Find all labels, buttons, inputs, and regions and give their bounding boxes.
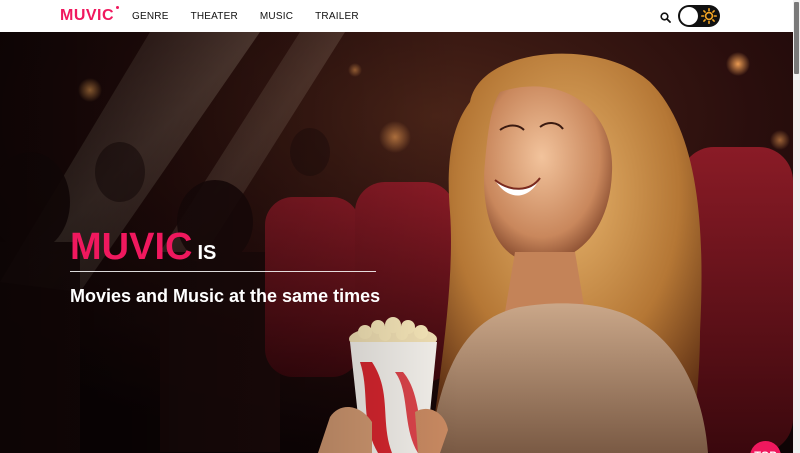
hero-brand-suffix: IS <box>197 242 217 264</box>
hero-divider <box>70 271 376 272</box>
hero-brand: MUVIC <box>70 226 193 268</box>
page-scrollbar[interactable] <box>793 0 800 453</box>
hero-text-block: MUVIC IS Movies and Music at the same ti… <box>70 227 380 307</box>
nav-item-theater[interactable]: THEATER <box>191 11 238 22</box>
toggle-knob <box>680 7 698 25</box>
hero-tagline: Movies and Music at the same times <box>70 286 381 306</box>
theme-toggle[interactable] <box>678 5 720 27</box>
hero-title: MUVIC IS <box>70 227 380 267</box>
sun-icon <box>701 8 717 24</box>
logo-text: MUVIC <box>60 7 115 24</box>
nav-item-trailer[interactable]: TRAILER <box>315 11 359 22</box>
main-nav: GENRE THEATER MUSIC TRAILER <box>132 11 359 22</box>
nav-item-music[interactable]: MUSIC <box>260 11 293 22</box>
site-header: MUVIC GENRE THEATER MUSIC TRAILER <box>0 0 793 32</box>
logo[interactable]: MUVIC <box>60 6 120 25</box>
search-button[interactable] <box>660 10 671 23</box>
hero-banner: MUVIC IS Movies and Music at the same ti… <box>0 32 793 453</box>
nav-item-genre[interactable]: GENRE <box>132 11 169 22</box>
scrollbar-thumb[interactable] <box>794 2 799 74</box>
search-icon <box>660 12 671 23</box>
logo-dot <box>116 6 120 9</box>
